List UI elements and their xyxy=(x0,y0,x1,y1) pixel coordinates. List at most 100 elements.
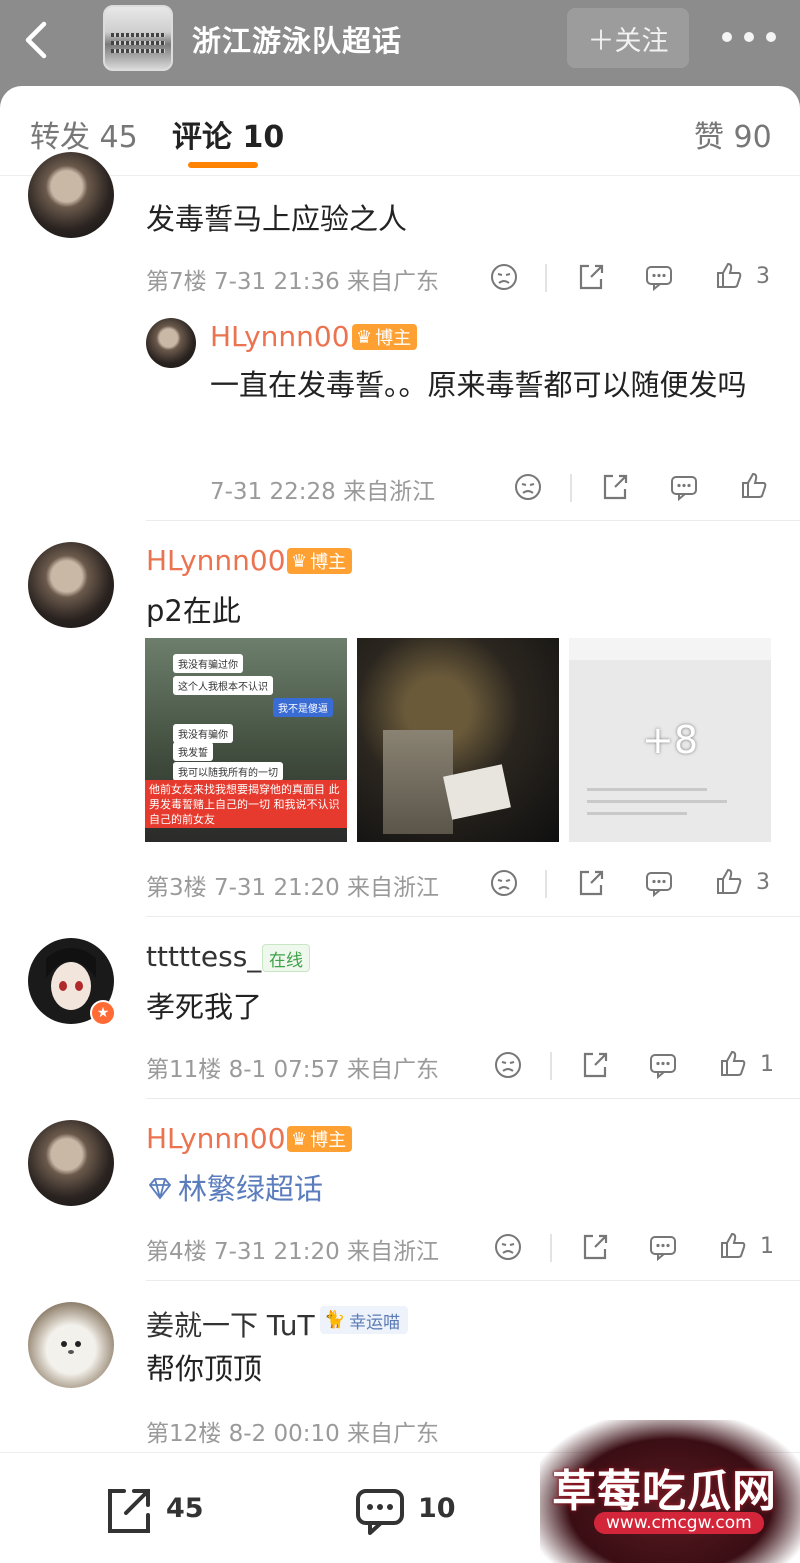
crown-icon: ♛ xyxy=(291,550,308,572)
photo-line xyxy=(587,788,707,791)
author-badge: ♛ 博主 xyxy=(287,1126,353,1152)
photo-text: 我不是傻逼 xyxy=(273,698,333,717)
photo-text: 我可以随我所有的一切 xyxy=(173,762,283,781)
tab-repost[interactable]: 转发 45 xyxy=(30,112,138,156)
share-icon[interactable] xyxy=(580,1232,610,1262)
comment-bubble-icon[interactable] xyxy=(354,1485,406,1537)
comment-text: p2在此 xyxy=(146,594,241,628)
comment-text: 发毒誓马上应验之人 xyxy=(146,202,408,236)
repost-count[interactable]: 45 xyxy=(166,1493,204,1524)
comment-icon[interactable] xyxy=(648,1232,678,1262)
diamond-icon xyxy=(146,1175,174,1203)
like-count: 1 xyxy=(760,1234,774,1259)
top-bar: 浙江游泳队超话 ＋关注 xyxy=(0,0,800,96)
comment-photo-2[interactable] xyxy=(357,638,559,842)
avatar[interactable] xyxy=(28,152,114,238)
tab-comment[interactable]: 评论 10 xyxy=(172,112,284,156)
username[interactable]: HLynnn00 xyxy=(210,320,350,353)
divider xyxy=(146,1280,800,1281)
username[interactable]: 姜就一下 TuT xyxy=(146,1304,315,1344)
like-count: 1 xyxy=(760,1052,774,1077)
divider xyxy=(146,916,800,917)
photo-text: 这个人我根本不认识 xyxy=(173,676,273,695)
topic-thumbnail[interactable] xyxy=(103,5,173,71)
avatar[interactable] xyxy=(28,1302,114,1388)
username[interactable]: tttttess_ xyxy=(146,940,261,973)
vip-badge-icon: ★ xyxy=(90,1000,116,1026)
photo-card xyxy=(443,764,511,820)
divider xyxy=(146,1098,800,1099)
avatar[interactable] xyxy=(28,1120,114,1206)
comment-count[interactable]: 10 xyxy=(418,1493,456,1524)
dislike-icon[interactable] xyxy=(493,1050,523,1080)
reply-meta: 7-31 22:28 来自浙江 xyxy=(210,479,436,505)
repost-icon[interactable] xyxy=(102,1485,154,1537)
divider xyxy=(570,474,572,502)
watermark-logo: 草莓吃瓜网 xyxy=(552,1466,777,1517)
photo-line xyxy=(587,800,727,803)
author-badge: ♛ 博主 xyxy=(352,324,418,350)
divider xyxy=(545,264,547,292)
dislike-icon[interactable] xyxy=(489,262,519,292)
divider xyxy=(550,1234,552,1262)
photo-text: 我没有骗过你 xyxy=(173,654,243,673)
follow-button[interactable]: ＋关注 xyxy=(567,8,689,68)
like-count: 3 xyxy=(756,264,770,289)
photo-line xyxy=(587,812,687,815)
more-options-icon[interactable] xyxy=(722,22,776,52)
more-photos-count[interactable]: +8 xyxy=(569,718,771,762)
share-icon[interactable] xyxy=(600,472,630,502)
photo-caption: 他前女友来找我想要揭穿他的真面目 此男发毒誓赌上自己的一切 和我说不认识自己的前… xyxy=(145,780,347,828)
comment-icon[interactable] xyxy=(669,472,699,502)
share-icon[interactable] xyxy=(576,868,606,898)
comment-photo-3[interactable]: +8 xyxy=(569,638,771,842)
like-icon[interactable] xyxy=(739,470,769,500)
username[interactable]: HLynnn00 xyxy=(146,1122,286,1155)
dislike-icon[interactable] xyxy=(513,472,543,502)
like-icon[interactable] xyxy=(714,866,744,896)
comment-meta: 第11楼 8-1 07:57 来自广东 xyxy=(146,1057,440,1083)
tab-like[interactable]: 赞 90 xyxy=(694,112,772,156)
reply-text: 一直在发毒誓。。原来毒誓都可以随便发吗 xyxy=(210,368,747,402)
like-icon[interactable] xyxy=(714,260,744,290)
divider xyxy=(146,520,800,521)
comment-icon[interactable] xyxy=(648,1050,678,1080)
comment-meta: 第12楼 8-2 00:10 来自广东 xyxy=(146,1421,440,1447)
share-icon[interactable] xyxy=(576,262,606,292)
share-icon[interactable] xyxy=(580,1050,610,1080)
crown-icon: ♛ xyxy=(356,326,373,348)
avatar[interactable] xyxy=(146,318,196,368)
photo-statusbar xyxy=(569,638,771,660)
topic-link[interactable]: 林繁绿超话 xyxy=(178,1166,323,1212)
lucky-badge: 🐈 幸运喵 xyxy=(320,1306,409,1334)
comment-meta: 第7楼 7-31 21:36 来自广东 xyxy=(146,269,440,295)
comment-text: 孝死我了 xyxy=(146,990,263,1024)
photo-text: 我发誓 xyxy=(173,742,213,761)
divider xyxy=(545,870,547,898)
like-icon[interactable] xyxy=(718,1230,748,1260)
seal-icon xyxy=(61,1341,81,1354)
author-badge: ♛ 博主 xyxy=(287,548,353,574)
cat-icon: 🐈 xyxy=(324,1310,346,1330)
comment-icon[interactable] xyxy=(644,262,674,292)
tab-active-indicator xyxy=(188,162,258,168)
avatar[interactable] xyxy=(28,542,114,628)
dislike-icon[interactable] xyxy=(493,1232,523,1262)
topic-title[interactable]: 浙江游泳队超话 xyxy=(192,18,402,60)
comment-meta: 第3楼 7-31 21:20 来自浙江 xyxy=(146,875,440,901)
divider xyxy=(550,1052,552,1080)
crown-icon: ♛ xyxy=(291,1128,308,1150)
photo-text: 我没有骗你 xyxy=(173,724,233,743)
comment-icon[interactable] xyxy=(644,868,674,898)
like-count: 3 xyxy=(756,870,770,895)
tab-bar: 转发 45 评论 10 赞 90 xyxy=(0,86,800,176)
like-icon[interactable] xyxy=(718,1048,748,1078)
watermark-url: www.cmcgw.com xyxy=(594,1512,764,1534)
photo-vase xyxy=(383,730,453,834)
online-badge: 在线 xyxy=(262,944,310,972)
back-icon[interactable] xyxy=(18,18,58,62)
comment-text: 帮你顶顶 xyxy=(146,1352,263,1386)
comment-photo-1[interactable]: 我没有骗过你 这个人我根本不认识 我不是傻逼 我没有骗你 我发誓 我可以随我所有… xyxy=(145,638,347,842)
dislike-icon[interactable] xyxy=(489,868,519,898)
username[interactable]: HLynnn00 xyxy=(146,544,286,577)
